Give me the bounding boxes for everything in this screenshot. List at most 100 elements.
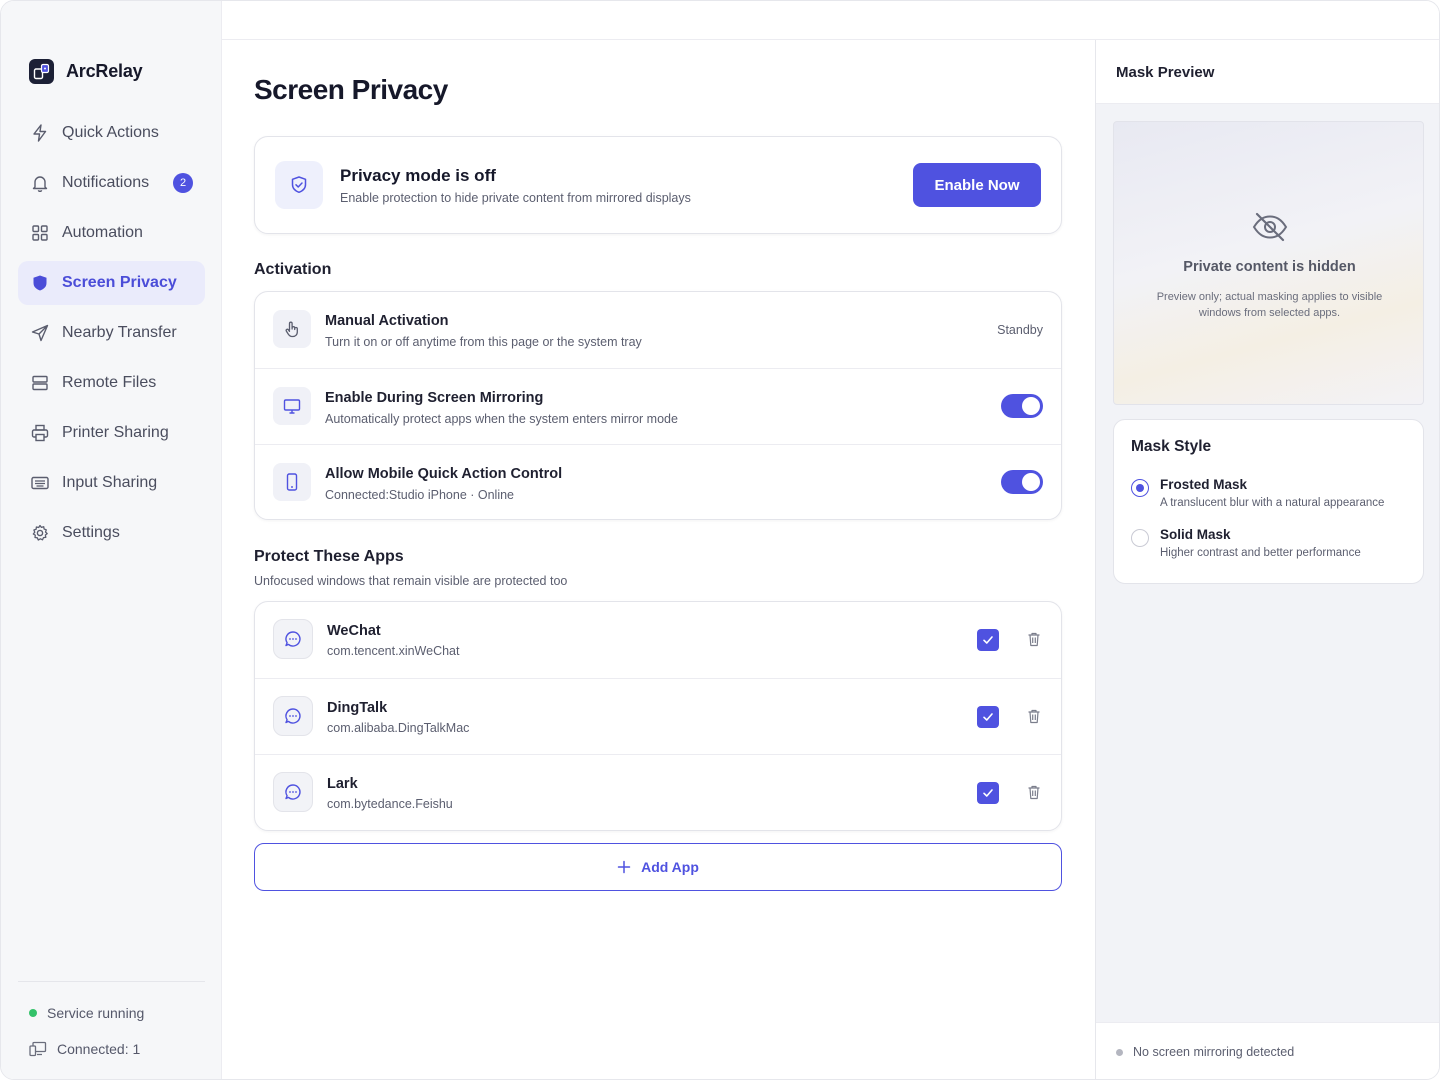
sidebar-item-quick-actions[interactable]: Quick Actions xyxy=(18,111,205,155)
sidebar-item-label: Printer Sharing xyxy=(62,424,169,441)
eye-off-icon xyxy=(1252,212,1288,242)
sidebar-item-label: Quick Actions xyxy=(62,124,159,141)
panel-footer: No screen mirroring detected xyxy=(1096,1022,1439,1079)
app-bundle-id: com.alibaba.DingTalkMac xyxy=(327,721,470,735)
trash-icon[interactable] xyxy=(1025,707,1043,725)
page-title: Screen Privacy xyxy=(254,74,448,105)
sidebar-item-label: Settings xyxy=(62,524,120,541)
grid-icon xyxy=(32,225,48,241)
app-bundle-id: com.tencent.xinWeChat xyxy=(327,644,460,658)
activation-row-subtitle: Automatically protect apps when the syst… xyxy=(325,412,678,426)
hand-pointer-icon xyxy=(273,310,311,348)
protect-apps-subtitle: Unfocused windows that remain visible ar… xyxy=(254,574,568,588)
enable-now-button[interactable]: Enable Now xyxy=(913,163,1041,207)
activation-row-title: Manual Activation xyxy=(325,313,449,329)
mask-style-title: Mask Style xyxy=(1131,438,1212,455)
activation-row-title: Enable During Screen Mirroring xyxy=(325,390,544,406)
lightning-icon xyxy=(33,124,47,142)
list-item: Lark com.bytedance.Feishu xyxy=(255,754,1061,830)
solid-mask-description: Higher contrast and better performance xyxy=(1160,547,1361,559)
notification-count-badge: 2 xyxy=(173,173,193,193)
chat-bubble-icon xyxy=(273,696,313,736)
list-item: WeChat com.tencent.xinWeChat xyxy=(255,602,1061,678)
top-bar xyxy=(222,1,1439,40)
service-status-text: Service running xyxy=(47,1005,145,1021)
main-content: Screen Privacy Privacy mode is off Enabl… xyxy=(222,40,1095,1079)
activation-card: Manual Activation Turn it on or off anyt… xyxy=(254,291,1062,520)
sidebar-divider xyxy=(18,981,205,982)
sidebar-item-label: Nearby Transfer xyxy=(62,324,177,341)
mirroring-status: No screen mirroring detected xyxy=(1116,1045,1294,1059)
activation-heading: Activation xyxy=(254,261,332,278)
plus-icon xyxy=(617,860,631,874)
privacy-status-card: Privacy mode is off Enable protection to… xyxy=(254,136,1062,234)
printer-icon xyxy=(31,424,49,442)
trash-icon[interactable] xyxy=(1025,783,1043,801)
mirroring-toggle[interactable] xyxy=(1001,394,1043,418)
activation-row-manual: Manual Activation Turn it on or off anyt… xyxy=(255,292,1061,368)
shield-check-icon xyxy=(275,161,323,209)
app-logo-icon xyxy=(29,59,54,84)
sidebar-item-input-sharing[interactable]: Input Sharing xyxy=(18,461,205,505)
brand: ArcRelay xyxy=(29,59,143,84)
protected-apps-list: WeChat com.tencent.xinWeChat DingTalk co… xyxy=(254,601,1062,831)
bell-icon xyxy=(32,176,48,193)
privacy-status-title: Privacy mode is off xyxy=(340,166,496,185)
app-bundle-id: com.bytedance.Feishu xyxy=(327,797,453,811)
mobile-control-toggle[interactable] xyxy=(1001,470,1043,494)
check-icon xyxy=(983,789,993,797)
app-name: Lark xyxy=(327,776,358,792)
manual-activation-status: Standby xyxy=(997,323,1043,337)
mask-preview-panel: Mask Preview Private content is hidden P… xyxy=(1095,40,1439,1079)
sidebar-item-automation[interactable]: Automation xyxy=(18,211,205,255)
privacy-status-subtitle: Enable protection to hide private conten… xyxy=(340,191,691,205)
check-icon xyxy=(983,713,993,721)
server-icon xyxy=(32,375,48,391)
app-window: ArcRelay Quick Actions Notifications 2 A… xyxy=(0,0,1440,1080)
preview-title: Private content is hidden xyxy=(1183,259,1356,275)
sidebar-item-label: Screen Privacy xyxy=(62,274,177,291)
check-icon xyxy=(983,636,993,644)
sidebar-item-label: Notifications xyxy=(62,174,150,191)
app-protect-checkbox[interactable] xyxy=(977,706,999,728)
activation-row-mirroring: Enable During Screen Mirroring Automatic… xyxy=(255,368,1061,444)
status-dot-icon xyxy=(1116,1048,1123,1056)
keyboard-icon xyxy=(31,476,49,490)
list-item: DingTalk com.alibaba.DingTalkMac xyxy=(255,678,1061,754)
panel-header: Mask Preview xyxy=(1096,40,1439,104)
solid-mask-label: Solid Mask xyxy=(1160,527,1231,542)
add-app-label: Add App xyxy=(641,859,699,875)
send-icon xyxy=(31,324,49,342)
protect-apps-heading: Protect These Apps xyxy=(254,548,404,565)
frosted-mask-radio[interactable] xyxy=(1131,479,1149,497)
trash-icon[interactable] xyxy=(1025,630,1043,648)
solid-mask-radio[interactable] xyxy=(1131,529,1149,547)
sidebar-item-notifications[interactable]: Notifications 2 xyxy=(18,161,205,205)
phone-icon xyxy=(273,463,311,501)
app-protect-checkbox[interactable] xyxy=(977,782,999,804)
sidebar-item-label: Input Sharing xyxy=(62,474,158,491)
connection-count-text: Connected: 1 xyxy=(57,1041,141,1057)
gear-icon xyxy=(32,524,48,541)
devices-icon xyxy=(29,1041,47,1057)
sidebar-item-screen-privacy[interactable]: Screen Privacy xyxy=(18,261,205,305)
app-protect-checkbox[interactable] xyxy=(977,629,999,651)
frosted-mask-description: A translucent blur with a natural appear… xyxy=(1160,497,1385,509)
add-app-button[interactable]: Add App xyxy=(254,843,1062,891)
service-status: Service running xyxy=(29,1005,144,1021)
mirroring-status-text: No screen mirroring detected xyxy=(1133,1045,1295,1059)
app-name: DingTalk xyxy=(327,700,388,716)
connection-status: Connected: 1 xyxy=(29,1041,140,1057)
sidebar-item-label: Remote Files xyxy=(62,374,157,391)
sidebar-item-remote-files[interactable]: Remote Files xyxy=(18,361,205,405)
panel-title: Mask Preview xyxy=(1116,64,1215,81)
mask-preview: Private content is hidden Preview only; … xyxy=(1113,121,1424,405)
app-name: ArcRelay xyxy=(66,61,143,81)
sidebar-item-nearby-transfer[interactable]: Nearby Transfer xyxy=(18,311,205,355)
sidebar-nav: Quick Actions Notifications 2 Automation… xyxy=(18,111,205,561)
preview-subtitle: Preview only; actual masking applies to … xyxy=(1156,291,1383,319)
sidebar-item-settings[interactable]: Settings xyxy=(18,511,205,555)
sidebar-item-printer-sharing[interactable]: Printer Sharing xyxy=(18,411,205,455)
app-name: WeChat xyxy=(327,623,381,639)
shield-icon xyxy=(33,275,47,291)
